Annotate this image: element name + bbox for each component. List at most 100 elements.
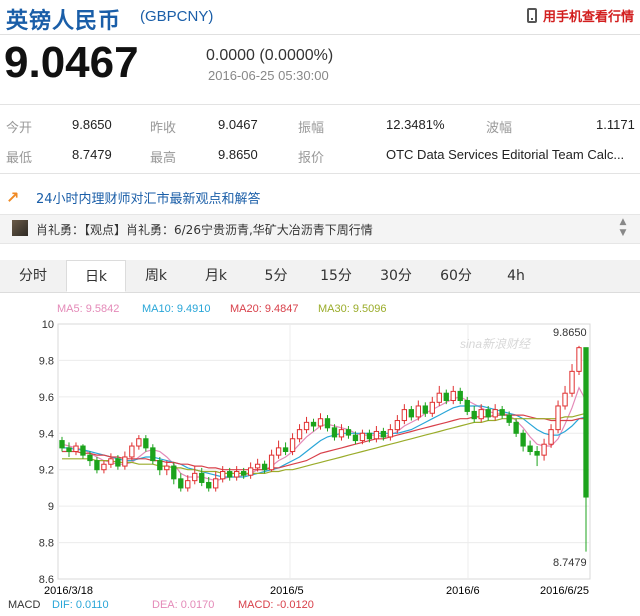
plot-frame bbox=[57, 323, 591, 580]
candle bbox=[583, 347, 589, 552]
ma20-legend: MA20: 9.4847 bbox=[230, 303, 299, 315]
candle-body bbox=[136, 438, 142, 447]
candle-body bbox=[150, 447, 156, 462]
phone-icon bbox=[526, 8, 537, 23]
tab-daily[interactable]: 日k bbox=[66, 260, 126, 292]
candle-body bbox=[275, 447, 282, 456]
stat-value-open: 9.8650 bbox=[72, 117, 112, 132]
candle bbox=[185, 475, 191, 492]
candle-body bbox=[171, 465, 177, 480]
candle-body bbox=[366, 432, 373, 440]
candle-body bbox=[227, 471, 233, 478]
candle bbox=[492, 404, 498, 421]
y-tick-label: 10 bbox=[42, 319, 54, 331]
candle-body bbox=[254, 463, 261, 469]
candle-body bbox=[443, 392, 449, 402]
candle bbox=[282, 442, 289, 456]
candle bbox=[122, 451, 128, 470]
candle bbox=[171, 462, 177, 485]
tab-5min[interactable]: 5分 bbox=[246, 260, 306, 292]
candle bbox=[59, 436, 65, 452]
candle bbox=[289, 433, 296, 456]
candle bbox=[136, 435, 142, 450]
ma30-legend: MA30: 9.5096 bbox=[318, 303, 387, 315]
candle-body bbox=[401, 409, 408, 422]
y-tick-label: 9.8 bbox=[39, 355, 54, 367]
kline-chart[interactable]: MA5: 9.5842 MA10: 9.4910 MA20: 9.4847 MA… bbox=[0, 292, 640, 612]
candle bbox=[373, 426, 380, 443]
candle-body bbox=[268, 454, 275, 471]
candle-body bbox=[576, 347, 582, 372]
ma5-legend: MA5: 9.5842 bbox=[57, 303, 119, 315]
candle bbox=[80, 444, 86, 459]
candle-body bbox=[80, 445, 86, 456]
page-title: 英镑人民币 bbox=[6, 9, 122, 34]
candle-body bbox=[331, 427, 338, 438]
symbol-code: (GBPCNY) bbox=[140, 8, 214, 25]
tab-minute[interactable]: 分时 bbox=[0, 260, 66, 292]
advisor-news-link[interactable]: ↗ 24小时内理财师对汇市最新观点和解答 bbox=[0, 182, 640, 212]
candle-body bbox=[352, 434, 359, 442]
candle bbox=[303, 416, 310, 434]
candle-body bbox=[485, 409, 491, 418]
tab-60min[interactable]: 60分 bbox=[426, 260, 486, 292]
tab-15min[interactable]: 15分 bbox=[306, 260, 366, 292]
candle bbox=[534, 446, 540, 467]
candle-body bbox=[317, 418, 324, 427]
candle-body bbox=[87, 454, 93, 462]
x-tick-label: 2016/6 bbox=[446, 585, 480, 597]
tab-monthly[interactable]: 月k bbox=[186, 260, 246, 292]
candle-body bbox=[296, 429, 303, 440]
x-tick-label: 2016/5 bbox=[270, 585, 304, 597]
candle-body bbox=[499, 409, 505, 416]
tab-4h[interactable]: 4h bbox=[486, 260, 546, 292]
candle-body bbox=[513, 421, 519, 434]
current-price: 9.0467 bbox=[4, 38, 139, 87]
price-change: 0.0000 (0.0000%) bbox=[206, 47, 334, 64]
y-tick-label: 9.2 bbox=[39, 465, 54, 477]
candle-body bbox=[548, 429, 554, 445]
low-price-label: 8.7479 bbox=[553, 557, 587, 569]
stat-label-amplitude: 振幅 bbox=[298, 121, 325, 136]
candle bbox=[66, 442, 72, 457]
y-axis-labels: 10 9.8 9.6 9.4 9.2 9 8.8 8.6 bbox=[39, 319, 54, 586]
candle-body bbox=[527, 445, 533, 453]
stat-label-prev-close: 昨收 bbox=[150, 121, 177, 136]
candle-body bbox=[143, 438, 149, 449]
candle-body bbox=[324, 418, 331, 429]
candle-body bbox=[422, 405, 428, 414]
stat-label-quote-source: 报价 bbox=[298, 151, 325, 166]
candle bbox=[324, 415, 331, 432]
candle bbox=[108, 453, 114, 468]
sina-watermark: sina新浪财经 bbox=[460, 337, 532, 351]
candle-body bbox=[415, 405, 421, 418]
candle-body bbox=[338, 429, 345, 438]
candle bbox=[499, 405, 505, 419]
macd-dif: DIF: 0.0110 bbox=[52, 599, 109, 611]
candle bbox=[143, 435, 149, 452]
candle bbox=[555, 400, 561, 434]
stat-value-prev-close: 9.0467 bbox=[218, 117, 258, 132]
high-price-label: 9.8650 bbox=[553, 327, 587, 339]
candle-body bbox=[310, 421, 317, 427]
candle bbox=[408, 405, 414, 421]
stat-label-range: 波幅 bbox=[486, 121, 513, 136]
stat-value-amplitude: 12.3481% bbox=[386, 117, 445, 132]
candle bbox=[94, 456, 100, 474]
candle-body bbox=[429, 401, 435, 414]
mobile-view-link[interactable]: 用手机查看行情 bbox=[526, 6, 634, 25]
tab-30min[interactable]: 30分 bbox=[366, 260, 426, 292]
candle-body bbox=[282, 447, 289, 453]
candle-body bbox=[234, 471, 240, 478]
candle-body bbox=[373, 430, 380, 440]
candle-body bbox=[289, 438, 296, 452]
news-ticker[interactable]: 肖礼勇：【观点】肖礼勇：6/26宁贵沥青,华矿大冶沥青下周行情 ▲ ▼ bbox=[0, 214, 640, 244]
scroll-arrows-icon[interactable]: ▲ ▼ bbox=[618, 217, 628, 239]
candle bbox=[429, 396, 435, 417]
stat-value-high: 9.8650 bbox=[218, 147, 258, 162]
candle bbox=[576, 345, 582, 375]
candle-body bbox=[240, 471, 247, 476]
tab-weekly[interactable]: 周k bbox=[126, 260, 186, 292]
candle-body bbox=[66, 447, 72, 453]
macd-legend: MACD DIF: 0.0110 DEA: 0.0170 MACD: -0.01… bbox=[8, 599, 314, 611]
